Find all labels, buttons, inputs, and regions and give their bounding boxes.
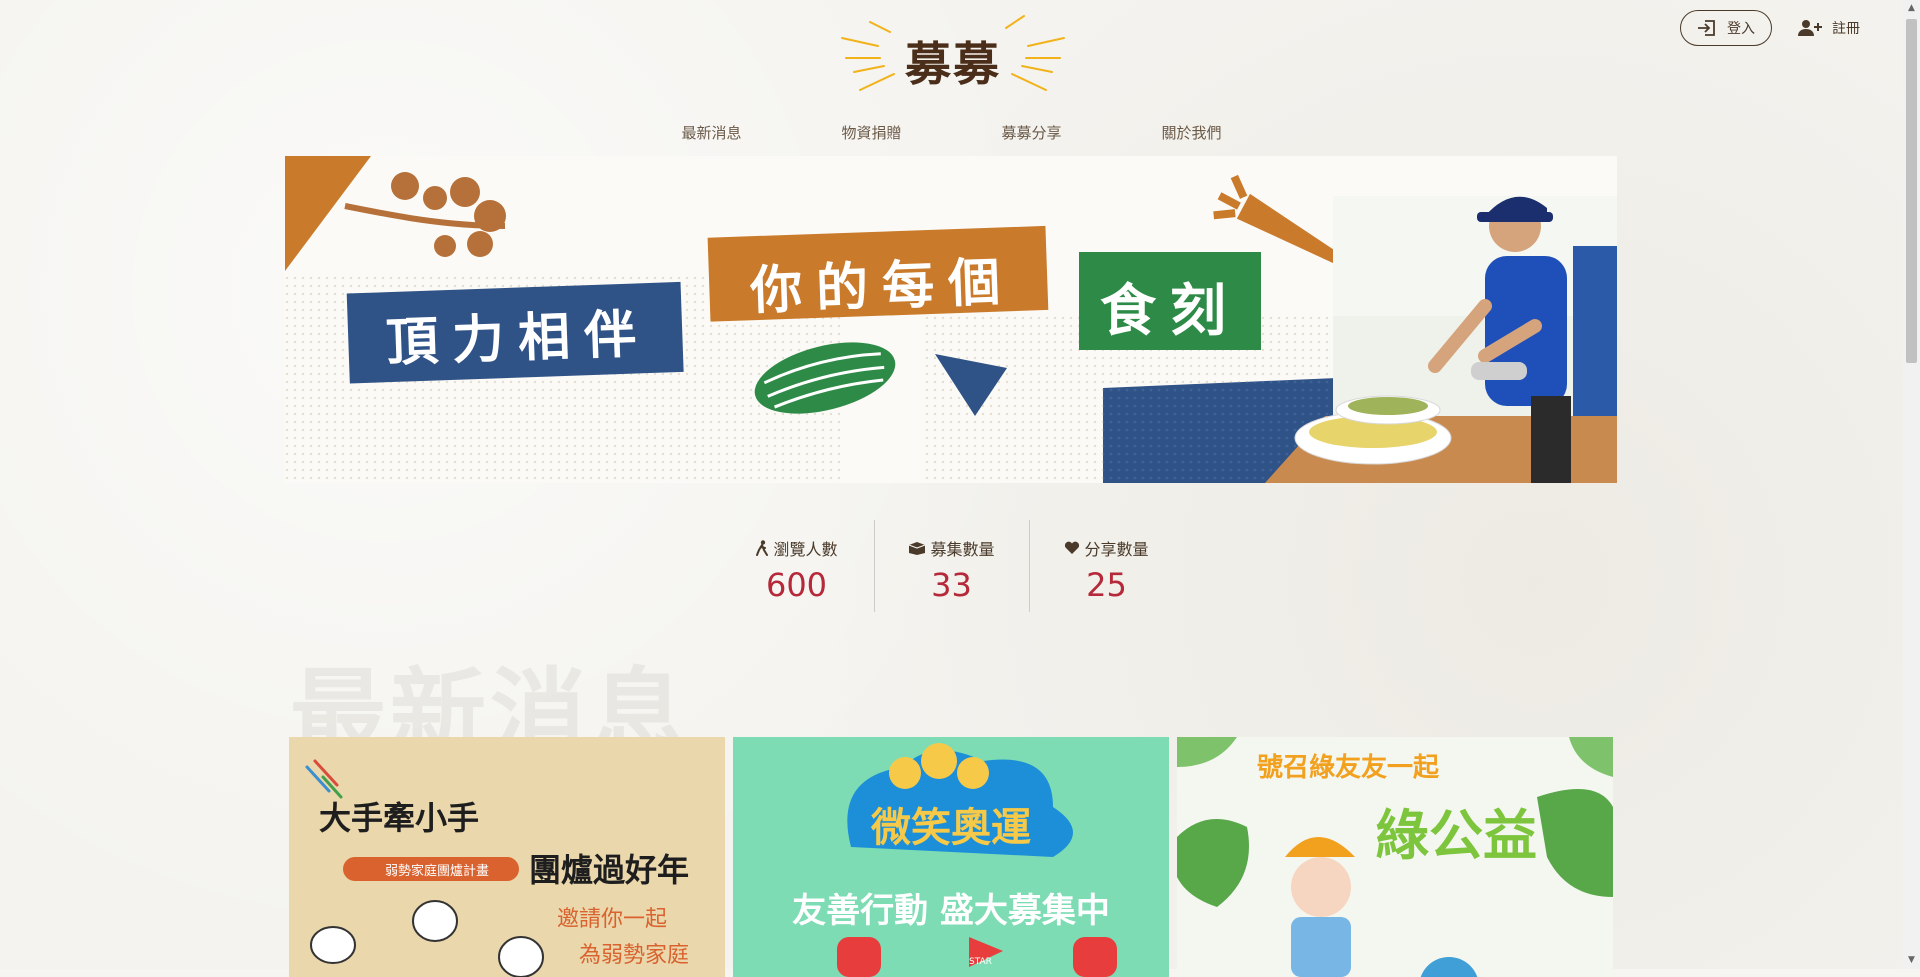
person-icon — [756, 540, 769, 556]
card-line: 團爐過好年 — [529, 851, 690, 889]
stat-value: 600 — [765, 566, 828, 604]
nav-item-share[interactable]: 募募分享 — [952, 122, 1112, 143]
card-line: 綠公益 — [1375, 804, 1537, 867]
scrollbar-thumb[interactable] — [1906, 19, 1917, 363]
main-nav: 最新消息 物資捐贈 募募分享 關於我們 — [0, 122, 1903, 143]
page-scrollbar[interactable]: ▲ ▼ — [1903, 0, 1920, 969]
nav-item-news[interactable]: 最新消息 — [632, 122, 792, 143]
stat-value: 33 — [931, 566, 972, 604]
news-card[interactable]: 微笑奧運 友善行動 盛大募集中 STAR — [733, 737, 1169, 977]
nav-item-donation[interactable]: 物資捐贈 — [792, 122, 952, 143]
add-user-icon — [1798, 20, 1822, 36]
news-card[interactable]: 號召綠友友一起 綠公益 — [1177, 737, 1613, 977]
stat-visitors: 瀏覽人數 600 — [720, 520, 874, 612]
stat-shared: 分享數量 25 — [1028, 520, 1184, 612]
card-line: 微笑奧運 — [871, 805, 1031, 851]
stat-collected: 募集數量 33 — [873, 520, 1029, 612]
nav-item-about[interactable]: 關於我們 — [1112, 122, 1272, 143]
register-button[interactable]: 註冊 — [1798, 18, 1860, 38]
scroll-up-icon[interactable]: ▲ — [1903, 0, 1920, 17]
banner-phrase-1: 頂力相伴 — [385, 304, 652, 374]
news-cards: 大手牽小手 弱勢家庭團爐計畫 團爐過好年 邀請你一起 為弱勢家庭 微笑奧運 友善… — [289, 737, 1613, 977]
card-line: 大手牽小手 — [319, 799, 480, 837]
banner-phrase-3: 食刻 — [1100, 279, 1240, 344]
stat-label: 瀏覽人數 — [773, 540, 838, 559]
login-icon — [1698, 20, 1715, 36]
card-line: 弱勢家庭團爐計畫 — [384, 864, 489, 879]
news-card[interactable]: 大手牽小手 弱勢家庭團爐計畫 團爐過好年 邀請你一起 為弱勢家庭 — [289, 737, 725, 977]
card-line: 友善行動 盛大募集中 — [792, 891, 1110, 931]
news-card-art — [837, 743, 1117, 977]
card-line: 號召綠友友一起 — [1257, 753, 1440, 783]
logo-text: 募募 — [905, 37, 1001, 91]
stat-label: 分享數量 — [1084, 540, 1149, 559]
scroll-down-icon[interactable]: ▼ — [1903, 952, 1920, 969]
card-line: 邀請你一起 — [557, 907, 668, 932]
card-line: STAR — [969, 957, 992, 967]
stats-bar: 瀏覽人數 600 募集數量 33 分享數量 25 — [0, 520, 1903, 612]
stat-value: 25 — [1086, 566, 1127, 604]
box-icon — [909, 542, 926, 555]
login-button[interactable]: 登入 — [1680, 10, 1772, 46]
card-line: 為弱勢家庭 — [579, 943, 690, 968]
register-label: 註冊 — [1832, 21, 1860, 37]
heart-icon — [1065, 541, 1080, 554]
stat-label: 募集數量 — [930, 540, 995, 559]
hero-banner[interactable]: 頂力相伴 你的每個 食刻 — [285, 156, 1617, 483]
auth-area: 登入 註冊 — [1680, 10, 1860, 46]
banner-phrase-2: 你的每個 — [749, 252, 1016, 322]
site-logo[interactable]: 募募 — [840, 14, 1066, 98]
login-label: 登入 — [1727, 21, 1755, 37]
